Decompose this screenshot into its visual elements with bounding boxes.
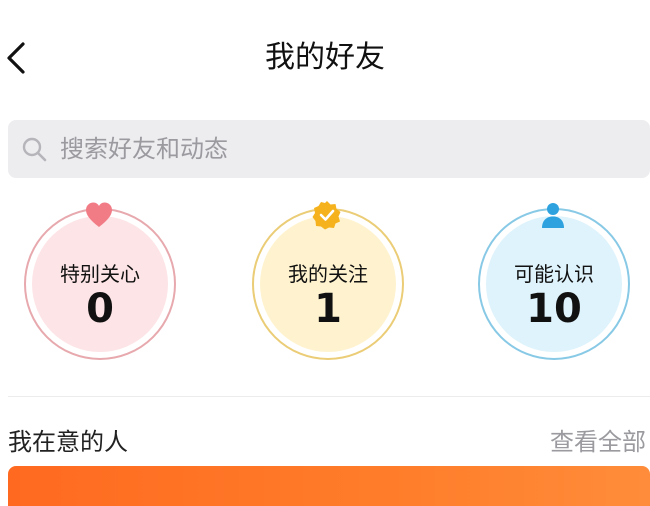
section-title: 我在意的人 [8,428,128,456]
stat-label: 我的关注 [288,262,368,286]
view-all-link[interactable]: 查看全部 [550,422,646,457]
heart-icon [86,202,112,227]
stat-count: 0 [86,286,114,332]
header: 我的好友 [0,0,650,120]
special-care-circle[interactable]: 特别关心 0 [24,200,184,360]
page-title: 我的好友 [265,40,385,75]
search-bar[interactable] [8,120,650,178]
may-know-circle[interactable]: 可能认识 10 [478,200,638,360]
divider [8,396,650,397]
person-icon [542,203,564,228]
search-icon [22,137,47,162]
promo-banner[interactable] [8,466,650,506]
stat-label: 特别关心 [60,262,140,286]
stat-count: 1 [314,286,342,332]
verified-badge-icon [312,201,341,230]
search-input[interactable] [58,134,650,164]
stat-label: 可能认识 [514,262,594,286]
stat-count: 10 [526,286,582,332]
my-following-circle[interactable]: 我的关注 1 [252,200,412,360]
